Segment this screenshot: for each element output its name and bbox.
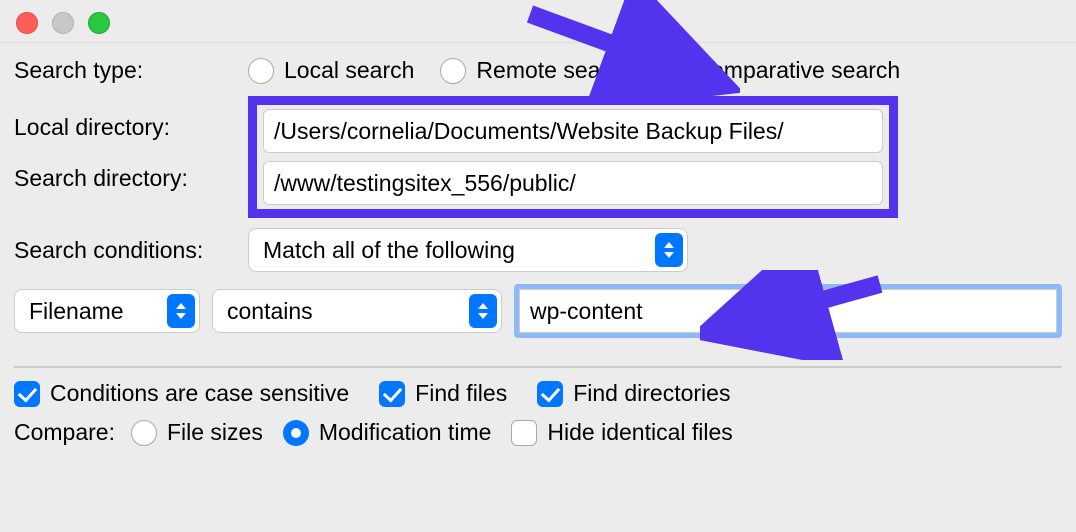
conditions-match-select[interactable]: Match all of the following (248, 228, 688, 272)
local-directory-input[interactable] (263, 109, 883, 153)
checkbox-icon (379, 381, 405, 407)
checkbox-hide-identical[interactable]: Hide identical files (511, 419, 732, 446)
radio-file-sizes[interactable]: File sizes (131, 419, 263, 446)
checkbox-label: Hide identical files (547, 419, 732, 446)
condition-field-select[interactable]: Filename (14, 289, 200, 333)
titlebar (0, 0, 1076, 43)
radio-modification-time[interactable]: Modification time (283, 419, 492, 446)
select-value: Match all of the following (263, 237, 515, 264)
select-value: Filename (29, 298, 124, 325)
search-conditions-label: Search conditions: (14, 237, 248, 264)
condition-value-input[interactable] (519, 289, 1057, 333)
condition-row: Filename contains (14, 284, 1062, 338)
search-directory-label: Search directory: (14, 165, 248, 192)
chevron-updown-icon (469, 294, 497, 328)
chevron-updown-icon (655, 233, 683, 267)
radio-local-search[interactable]: Local search (248, 57, 414, 84)
checkbox-find-directories[interactable]: Find directories (537, 380, 730, 407)
checkbox-icon (537, 381, 563, 407)
radio-label: File sizes (167, 419, 263, 446)
search-type-label: Search type: (14, 57, 248, 84)
compare-label: Compare: (14, 419, 115, 446)
radio-label: Remote search (476, 57, 632, 84)
condition-value-highlight (514, 284, 1062, 338)
window-close-button[interactable] (16, 12, 38, 34)
radio-label: Modification time (319, 419, 492, 446)
checkbox-label: Find directories (573, 380, 730, 407)
radio-icon (131, 420, 157, 446)
search-directory-input[interactable] (263, 161, 883, 205)
radio-icon (283, 420, 309, 446)
radio-icon (440, 58, 466, 84)
options-checkbox-row: Conditions are case sensitive Find files… (14, 380, 1062, 407)
directories-highlight-box (248, 96, 898, 218)
window-maximize-button[interactable] (88, 12, 110, 34)
radio-label: Comparative search (694, 57, 900, 84)
checkbox-label: Find files (415, 380, 507, 407)
radio-icon (248, 58, 274, 84)
checkbox-case-sensitive[interactable]: Conditions are case sensitive (14, 380, 349, 407)
checkbox-label: Conditions are case sensitive (50, 380, 349, 407)
radio-label: Local search (284, 57, 414, 84)
local-directory-label: Local directory: (14, 114, 248, 141)
chevron-updown-icon (167, 294, 195, 328)
checkbox-find-files[interactable]: Find files (379, 380, 507, 407)
condition-block: Filename contains (14, 284, 1062, 368)
window-minimize-button[interactable] (52, 12, 74, 34)
checkbox-icon (14, 381, 40, 407)
select-value: contains (227, 298, 313, 325)
search-type-radio-group: Local search Remote search Comparative s… (248, 57, 900, 84)
radio-remote-search[interactable]: Remote search (440, 57, 632, 84)
search-type-row: Search type: Local search Remote search … (14, 57, 1062, 84)
compare-row: Compare: File sizes Modification time Hi… (14, 419, 1062, 446)
radio-icon (658, 58, 684, 84)
radio-comparative-search[interactable]: Comparative search (658, 57, 900, 84)
condition-operator-select[interactable]: contains (212, 289, 502, 333)
checkbox-icon (511, 420, 537, 446)
